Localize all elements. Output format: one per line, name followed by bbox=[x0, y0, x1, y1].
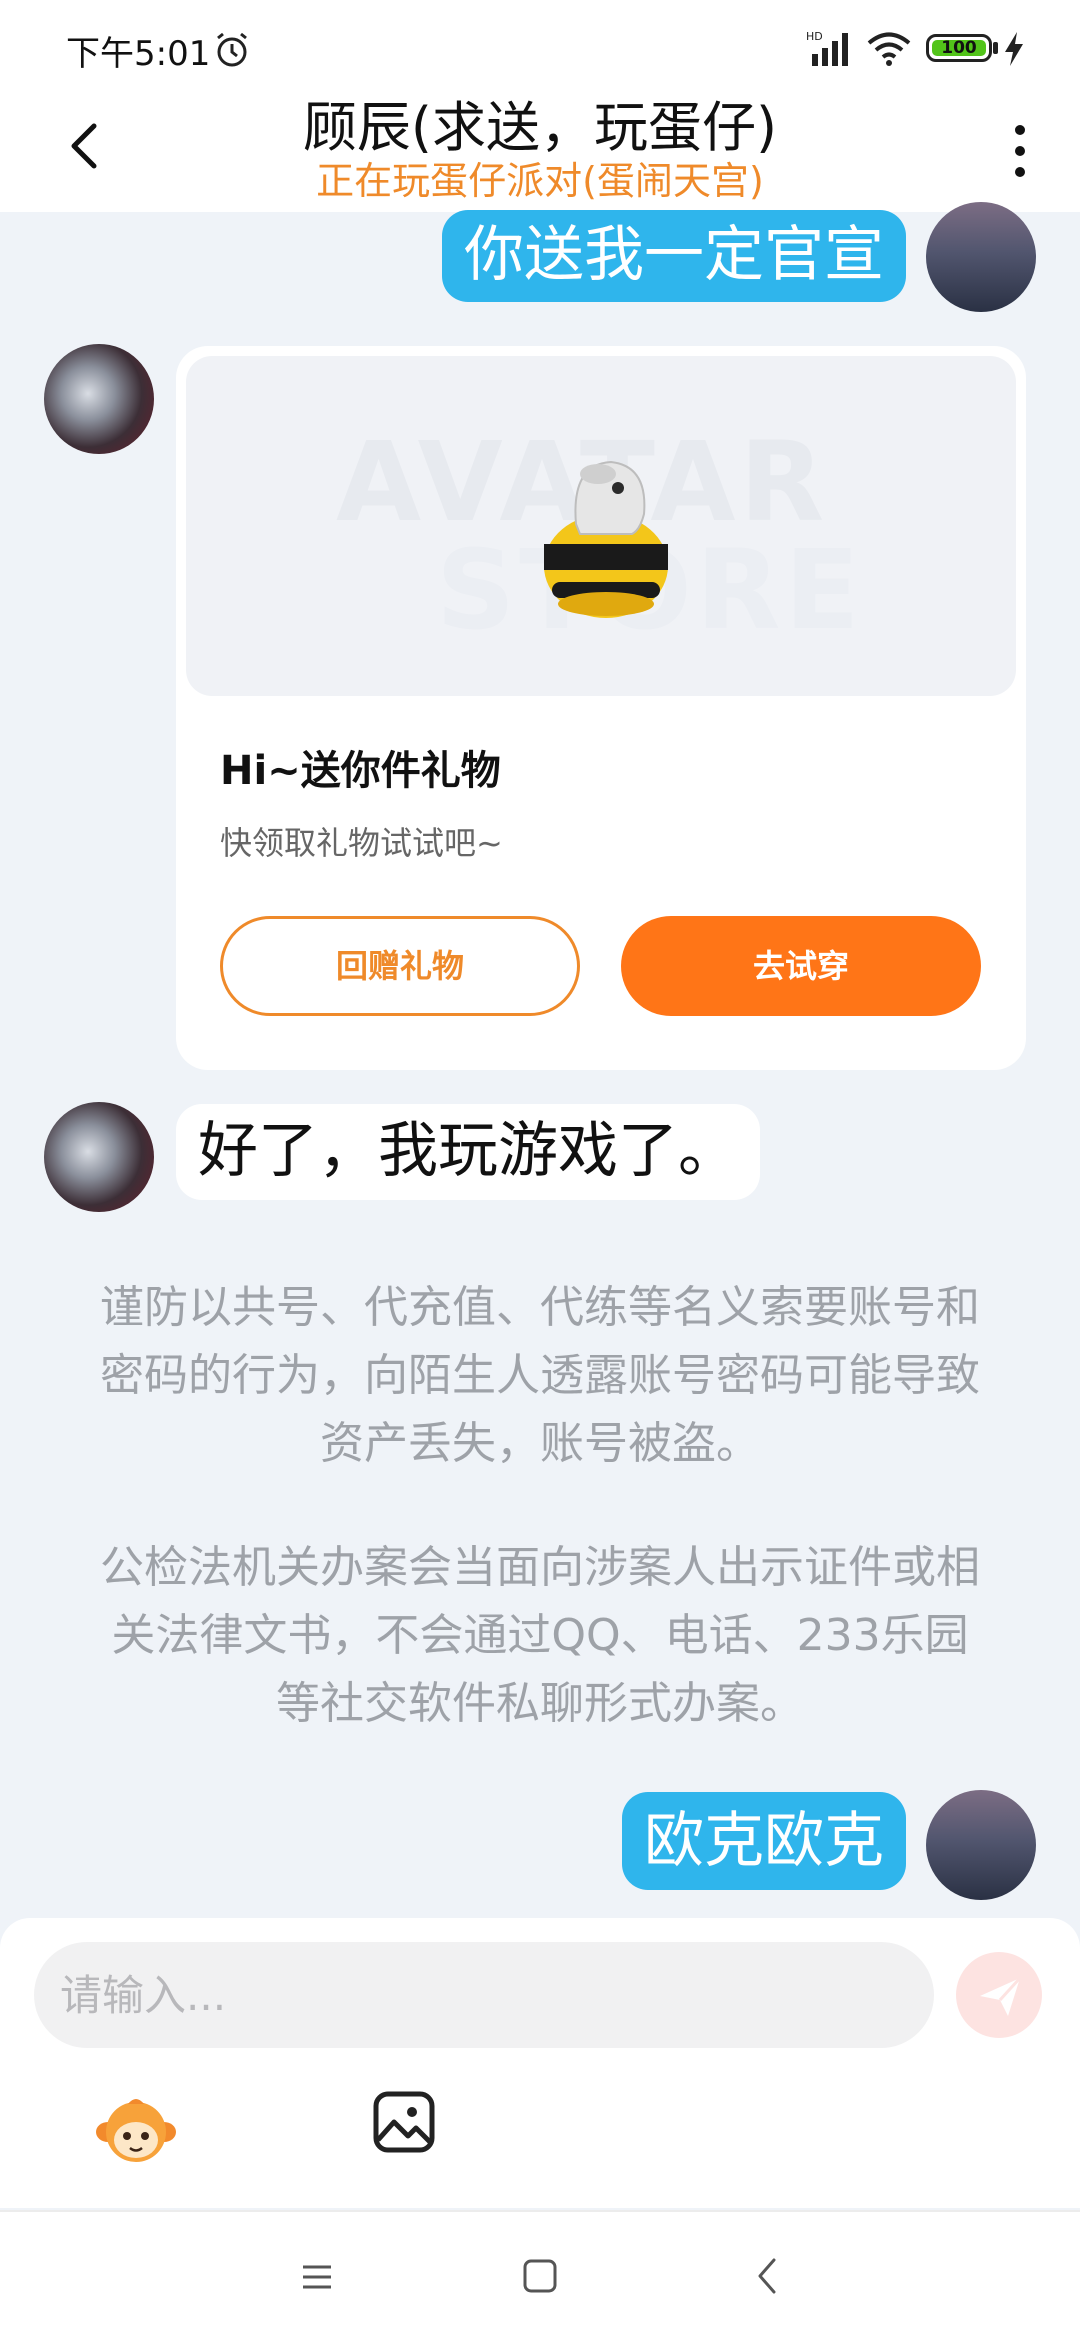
back-button[interactable] bbox=[60, 116, 110, 176]
message-bubble-mine[interactable]: 欧克欧克 bbox=[622, 1792, 906, 1890]
system-navigation-bar bbox=[0, 2210, 1080, 2340]
input-panel bbox=[0, 1918, 1080, 2208]
nav-back-icon[interactable] bbox=[752, 2256, 782, 2296]
message-bubble-other[interactable]: 好了，我玩游戏了。 bbox=[176, 1104, 760, 1200]
return-gift-button[interactable]: 回赠礼物 bbox=[220, 916, 580, 1016]
more-vertical-icon[interactable] bbox=[1000, 116, 1040, 186]
charging-icon bbox=[1005, 32, 1023, 66]
security-notice-account: 谨防以共号、代充值、代练等名义索要账号和密码的行为，向陌生人透露账号密码可能导致… bbox=[100, 1282, 980, 1469]
gift-card-title: Hi~送你件礼物 bbox=[220, 748, 501, 794]
contact-avatar[interactable] bbox=[44, 1102, 154, 1212]
security-notice-police: 公检法机关办案会当面向涉案人出示证件或相关法律文书，不会通过QQ、电话、233乐… bbox=[100, 1542, 980, 1729]
recent-apps-icon[interactable] bbox=[300, 2260, 334, 2294]
signal-hd-icon: HD bbox=[806, 30, 848, 66]
alarm-icon bbox=[217, 32, 247, 67]
mascot-emoji-icon[interactable] bbox=[94, 2092, 178, 2168]
chat-header: 顾辰(求送，玩蛋仔) 正在玩蛋仔派对(蛋闹天宫) bbox=[0, 96, 1080, 212]
bee-costume-item-icon bbox=[544, 460, 668, 618]
gift-preview-image: AVATAR STORE bbox=[186, 356, 1016, 696]
image-icon[interactable] bbox=[372, 2090, 436, 2154]
status-time: 下午5:01 bbox=[66, 34, 211, 74]
gift-card[interactable]: AVATAR STORE Hi~送你件礼物 快领取礼物试试吧~ 回赠礼物 去试穿 bbox=[176, 346, 1026, 1070]
status-bar: 下午5:01 HD 100 bbox=[0, 0, 1080, 96]
message-input[interactable] bbox=[34, 1942, 934, 2048]
battery-icon: 100 bbox=[926, 34, 992, 62]
svg-text:HD: HD bbox=[806, 30, 823, 43]
battery-nub bbox=[993, 42, 998, 54]
try-on-button[interactable]: 去试穿 bbox=[621, 916, 981, 1016]
message-bubble-mine[interactable]: 你送我一定官宣 bbox=[442, 210, 906, 302]
gift-card-description: 快领取礼物试试吧~ bbox=[220, 824, 503, 862]
wifi-icon bbox=[867, 32, 911, 66]
send-button[interactable] bbox=[956, 1952, 1042, 2038]
contact-avatar[interactable] bbox=[44, 344, 154, 454]
battery-level: 100 bbox=[932, 40, 986, 57]
my-avatar[interactable] bbox=[926, 1790, 1036, 1900]
send-icon bbox=[980, 1976, 1022, 2016]
home-icon[interactable] bbox=[522, 2258, 558, 2294]
chat-subtitle[interactable]: 正在玩蛋仔派对(蛋闹天宫) bbox=[160, 158, 920, 204]
my-avatar[interactable] bbox=[926, 202, 1036, 312]
chat-title: 顾辰(求送，玩蛋仔) bbox=[302, 96, 778, 159]
